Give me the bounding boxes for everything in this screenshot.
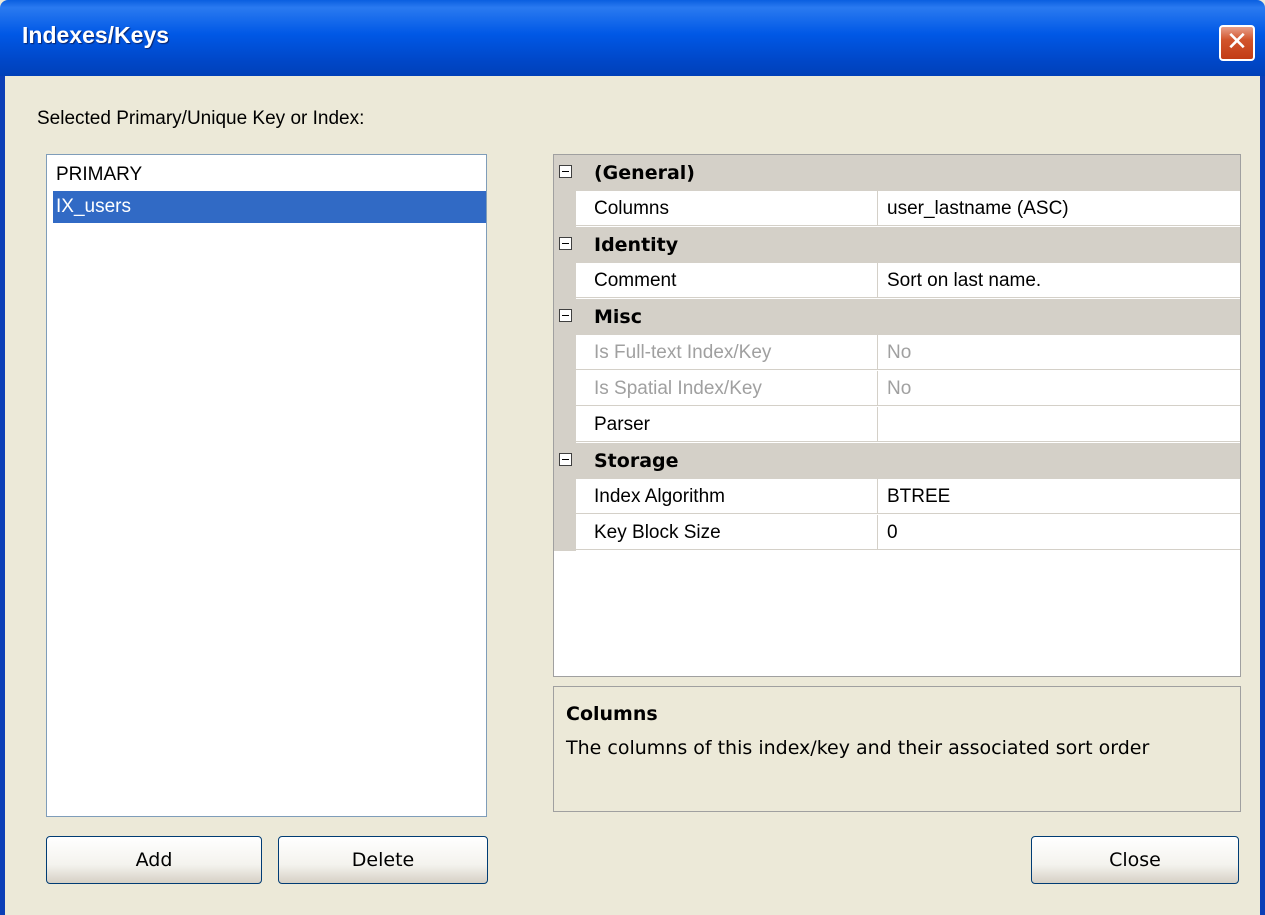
property-value: No <box>878 371 1240 406</box>
property-name: Key Block Size <box>576 515 878 550</box>
property-row-comment[interactable]: Comment Sort on last name. <box>554 263 1240 299</box>
window-frame-left <box>0 76 5 915</box>
collapse-icon[interactable] <box>559 237 572 250</box>
property-row-key-block-size[interactable]: Key Block Size 0 <box>554 515 1240 551</box>
property-name: Columns <box>576 191 878 226</box>
property-grid: (General) Columns user_lastname (ASC) Id… <box>553 154 1241 677</box>
key-item-primary[interactable]: PRIMARY <box>53 159 486 191</box>
property-name: Parser <box>576 407 878 442</box>
property-row-spatial: Is Spatial Index/Key No <box>554 371 1240 407</box>
key-item-ix-users[interactable]: IX_users <box>53 191 486 223</box>
collapse-icon[interactable] <box>559 453 572 466</box>
key-list[interactable]: PRIMARY IX_users <box>46 154 487 817</box>
indexes-keys-dialog: Indexes/Keys ✕ Selected Primary/Unique K… <box>0 0 1265 915</box>
category-title: (General) <box>594 162 695 184</box>
category-title: Storage <box>594 450 679 472</box>
delete-button[interactable]: Delete <box>278 836 488 884</box>
window-frame-right <box>1260 76 1265 915</box>
property-row-fulltext: Is Full-text Index/Key No <box>554 335 1240 371</box>
property-description: Columns The columns of this index/key an… <box>553 686 1241 812</box>
selected-key-label: Selected Primary/Unique Key or Index: <box>37 108 365 129</box>
dialog-title: Indexes/Keys <box>22 22 170 48</box>
property-name: Index Algorithm <box>576 479 878 514</box>
category-identity: Identity <box>554 227 1240 263</box>
collapse-icon[interactable] <box>559 165 572 178</box>
property-row-index-algorithm[interactable]: Index Algorithm BTREE <box>554 479 1240 515</box>
property-value[interactable]: BTREE <box>878 479 1240 514</box>
property-value[interactable]: user_lastname (ASC) <box>878 191 1240 226</box>
description-text: The columns of this index/key and their … <box>566 737 1150 759</box>
category-storage: Storage <box>554 443 1240 479</box>
property-name: Is Full-text Index/Key <box>576 335 878 370</box>
title-bar[interactable]: Indexes/Keys ✕ <box>0 0 1265 76</box>
property-value[interactable]: Sort on last name. <box>878 263 1240 298</box>
category-misc: Misc <box>554 299 1240 335</box>
close-icon[interactable]: ✕ <box>1219 25 1255 61</box>
collapse-icon[interactable] <box>559 309 572 322</box>
property-row-columns[interactable]: Columns user_lastname (ASC) <box>554 191 1240 227</box>
property-name: Comment <box>576 263 878 298</box>
category-general: (General) <box>554 155 1240 191</box>
property-value[interactable]: 0 <box>878 515 1240 550</box>
property-value[interactable] <box>878 407 1240 442</box>
category-title: Misc <box>594 306 642 328</box>
property-value: No <box>878 335 1240 370</box>
category-title: Identity <box>594 234 679 256</box>
property-name: Is Spatial Index/Key <box>576 371 878 406</box>
description-title: Columns <box>566 703 658 725</box>
add-button[interactable]: Add <box>46 836 262 884</box>
property-row-parser[interactable]: Parser <box>554 407 1240 443</box>
close-button[interactable]: Close <box>1031 836 1239 884</box>
